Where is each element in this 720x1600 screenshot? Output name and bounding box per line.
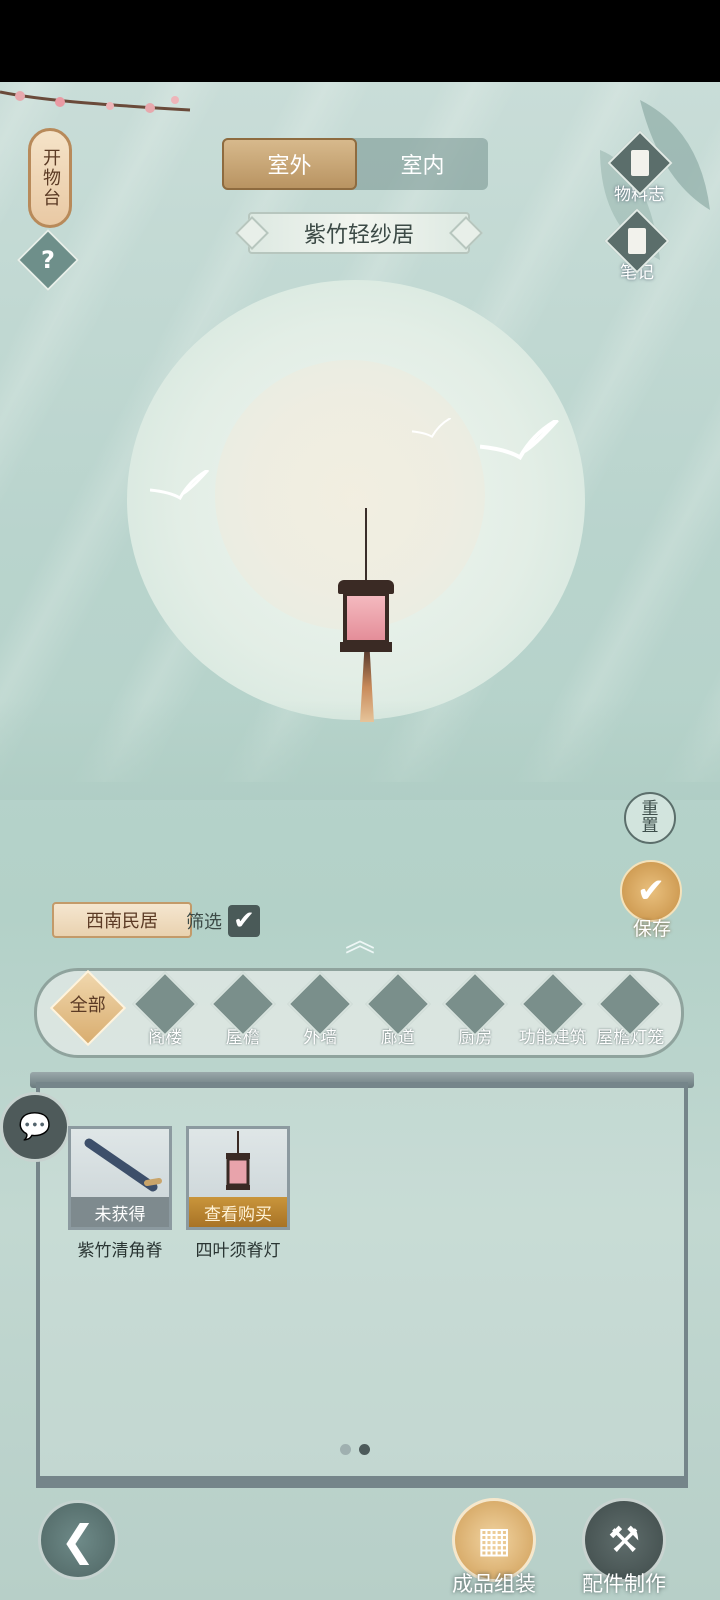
location-title: 紫竹轻纱居 <box>303 223 414 248</box>
save-button[interactable]: ✔ <box>620 860 682 922</box>
kitchen-icon <box>442 971 508 1037</box>
assemble-button[interactable]: ▦ 成品组装 <box>446 1498 542 1598</box>
corridor-icon <box>365 971 431 1037</box>
filter-toggle[interactable]: 筛选 ✔ <box>186 904 260 938</box>
category-kitchen[interactable]: 厨房 <box>437 971 515 1053</box>
category-corridor[interactable]: 廊道 <box>359 971 437 1053</box>
lantern-base <box>340 642 392 652</box>
lantern-preview[interactable] <box>343 592 389 644</box>
eaves-icon <box>210 971 276 1037</box>
chevron-up-icon[interactable]: ︽ <box>338 924 382 960</box>
back-button[interactable]: ❮ <box>38 1500 118 1580</box>
bird-icon <box>411 418 452 438</box>
item-name: 四叶须脊灯 <box>195 1241 281 1261</box>
question-icon: ? <box>41 246 55 274</box>
chat-icon: 💬 <box>18 1112 52 1142</box>
save-label: 保存 <box>632 918 671 940</box>
craft-label: 配件制作 <box>582 1572 666 1596</box>
checkmark-icon: ✔ <box>636 871 666 911</box>
category-eaves[interactable]: 屋檐 <box>204 971 282 1053</box>
craft-button[interactable]: ⚒ 配件制作 <box>576 1498 672 1598</box>
notebook-icon <box>604 208 670 274</box>
category-wall[interactable]: 外墙 <box>282 971 360 1053</box>
page-dot[interactable] <box>340 1444 351 1455</box>
tab-indoor[interactable]: 室内 <box>357 138 488 190</box>
item-name: 紫竹清角脊 <box>77 1241 163 1261</box>
assemble-label: 成品组装 <box>452 1572 536 1596</box>
back-arrow-icon: ❮ <box>60 1515 96 1565</box>
status-bar <box>0 0 720 82</box>
item-status-locked: 未获得 <box>71 1197 169 1227</box>
notes-button[interactable]: 笔记 <box>604 208 670 283</box>
list-item[interactable]: 查看购买 四叶须脊灯 <box>186 1126 290 1261</box>
item-card[interactable]: 未获得 <box>68 1126 172 1230</box>
category-attic[interactable]: 阁楼 <box>127 971 205 1053</box>
plum-branch-decoration <box>0 90 191 113</box>
item-card[interactable]: 查看购买 <box>186 1126 290 1230</box>
lantern-wire <box>365 508 367 583</box>
lantern-icon <box>226 1131 250 1190</box>
checkbox-checked-icon[interactable]: ✔ <box>228 905 260 937</box>
category-eave-lantern[interactable]: 屋檐灯笼 <box>592 971 670 1053</box>
workbench-plaque[interactable]: 开物台 <box>28 128 72 228</box>
reset-button[interactable]: 重置 <box>624 792 676 844</box>
scene-tabs: 室外 室内 <box>222 138 488 190</box>
tab-outdoor[interactable]: 室外 <box>222 138 357 190</box>
attic-icon <box>132 971 198 1037</box>
panel-bottom-rail <box>36 1476 688 1488</box>
page-indicator <box>340 1444 370 1455</box>
category-bar: 全部 阁楼 屋檐 外墙 廊道 厨房 功能建筑 屋檐灯笼 <box>34 968 684 1058</box>
bird-icon <box>150 470 210 500</box>
location-title-banner: 紫竹轻纱居 <box>235 212 483 254</box>
wall-icon <box>287 971 353 1037</box>
chat-button[interactable]: 💬 <box>0 1092 70 1162</box>
filter-label: 筛选 <box>186 912 222 933</box>
water-reflection <box>0 700 720 800</box>
reset-label: 重置 <box>641 799 659 836</box>
list-item[interactable]: 未获得 紫竹清角脊 <box>68 1126 172 1261</box>
materials-button[interactable]: 物料志 <box>606 130 673 205</box>
category-functional[interactable]: 功能建筑 <box>514 971 592 1053</box>
view-purchase-button[interactable]: 查看购买 <box>189 1197 287 1227</box>
category-all[interactable]: 全部 <box>49 969 127 1053</box>
ridge-beam-icon <box>84 1138 162 1192</box>
page-dot-active[interactable] <box>359 1444 370 1455</box>
region-selector[interactable]: 西南民居 <box>52 902 192 938</box>
bird-icon <box>480 420 559 460</box>
plaque-text: 开物台 <box>40 148 61 208</box>
